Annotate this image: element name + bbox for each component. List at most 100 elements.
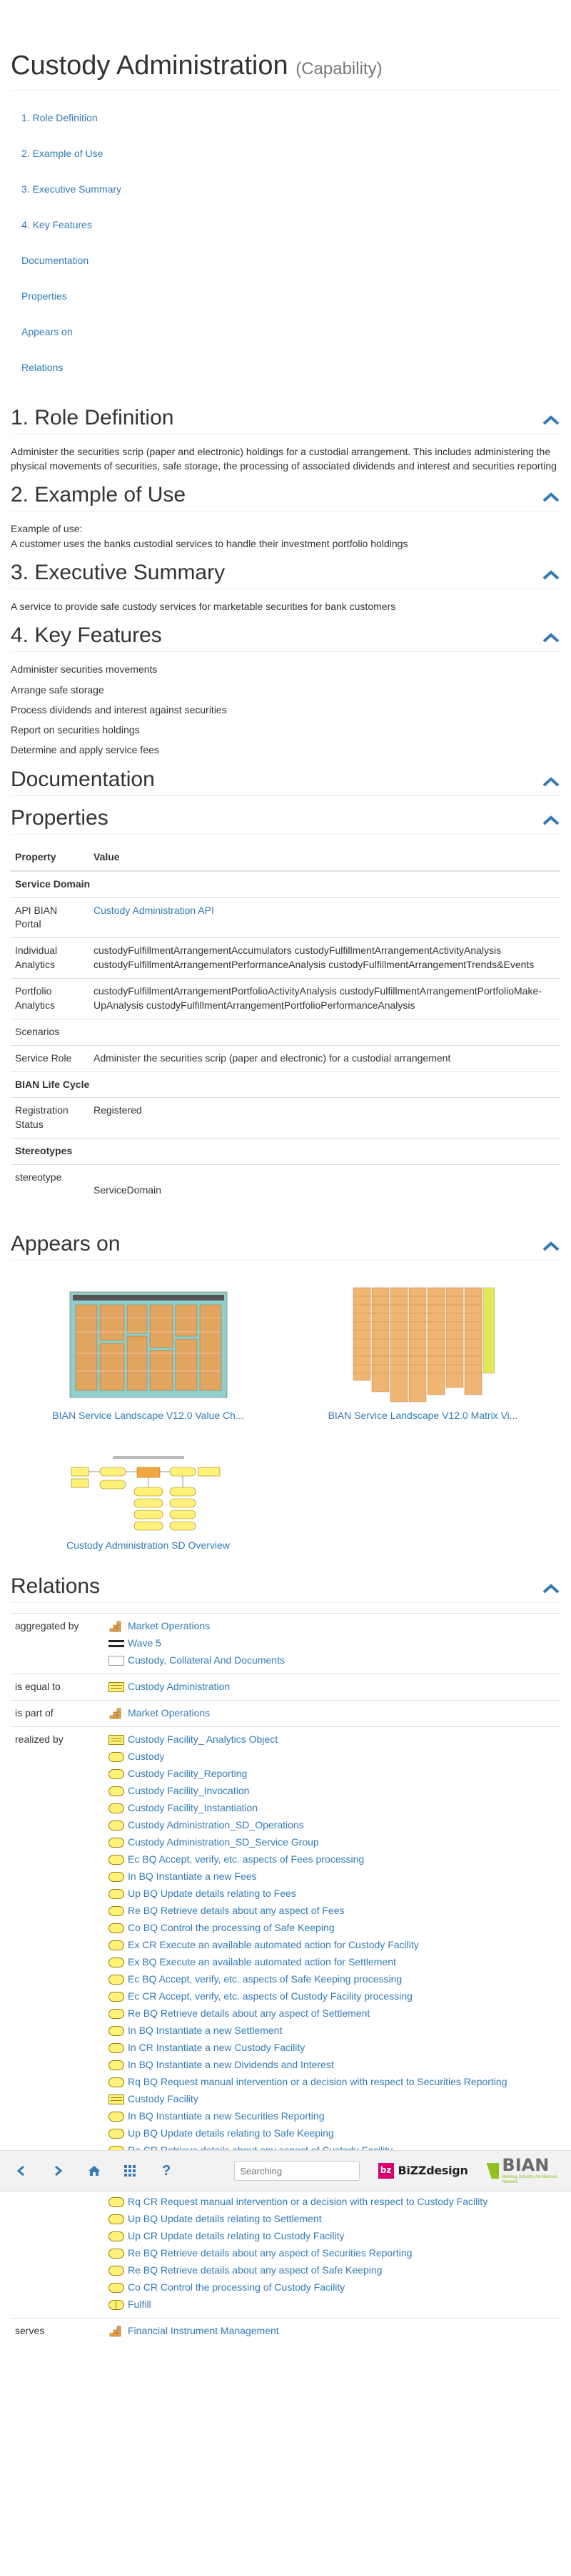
bian-logo-text-block: BIAN Banking Industry Architecture Netwo… <box>502 2157 561 2184</box>
relation-link[interactable]: Re BQ Retrieve details about any aspect … <box>128 2007 370 2021</box>
toc-link-properties[interactable]: Properties <box>21 290 67 302</box>
toc-link-relations[interactable]: Relations <box>21 362 63 373</box>
section-title: 1. Role Definition <box>11 405 174 429</box>
toc-link-role-definition[interactable]: 1. Role Definition <box>21 112 98 123</box>
toc-link-executive-summary[interactable]: 3. Executive Summary <box>21 183 121 195</box>
relation-link[interactable]: Up BQ Update details relating to Fees <box>128 1887 296 1901</box>
relation-targets: Custody Administration <box>103 1673 560 1701</box>
relation-link[interactable]: Financial Instrument Management <box>128 2324 279 2338</box>
back-icon[interactable] <box>10 2157 34 2185</box>
home-icon[interactable] <box>82 2157 106 2185</box>
relation-type: is equal to <box>11 1673 103 1701</box>
relation-link[interactable]: Up BQ Update details relating to Safe Ke… <box>128 2127 334 2141</box>
service-icon <box>108 1820 125 1831</box>
relation-link[interactable]: Ec BQ Accept, verify, etc. aspects of Fe… <box>128 1853 364 1867</box>
toc-link-key-features[interactable]: 4. Key Features <box>21 219 92 230</box>
relation-link[interactable]: Custody Administration_SD_Service Group <box>128 1836 319 1850</box>
chevron-up-icon[interactable] <box>542 569 560 581</box>
relation-link[interactable]: Wave 5 <box>128 1636 161 1651</box>
relation-link[interactable]: Custody <box>128 1750 164 1764</box>
section-header-documentation: Documentation <box>11 768 560 796</box>
toc-link-documentation[interactable]: Documentation <box>21 255 89 266</box>
bizzdesign-logo-text: BiZZdesign <box>398 2163 468 2177</box>
chevron-up-icon[interactable] <box>542 491 560 504</box>
relation-item: Custody Administration <box>108 1679 556 1696</box>
api-portal-link[interactable]: Custody Administration API <box>94 905 214 916</box>
relation-link[interactable]: Custody Administration_SD_Operations <box>128 1818 304 1833</box>
relation-link[interactable]: Fulfill <box>128 2298 151 2312</box>
diagram-thumbnail: Custody Administration SD Overview <box>11 1454 286 1553</box>
relation-link[interactable]: Ec BQ Accept, verify, etc. aspects of Sa… <box>128 1972 402 1987</box>
grid-icon[interactable] <box>118 2157 142 2185</box>
bian-logo-text: BIAN <box>502 2155 550 2176</box>
service-icon <box>108 2128 125 2139</box>
relation-link[interactable]: Re BQ Retrieve details about any aspect … <box>128 2246 412 2261</box>
table-row: Scenarios <box>11 1018 560 1046</box>
table-group-row: Service Domain <box>11 870 560 898</box>
matrix-view-diagram-image[interactable] <box>337 1281 509 1403</box>
key-feature-item: Report on securities holdings <box>11 724 140 736</box>
relation-item: Custody Facility_Instantiation <box>108 1800 556 1817</box>
relation-link[interactable]: Ec CR Accept, verify, etc. aspects of Cu… <box>128 1990 413 2004</box>
chevron-up-icon[interactable] <box>542 631 560 644</box>
relation-item: Rq BQ Request manual intervention or a d… <box>108 2074 556 2091</box>
table-row: Individual Analytics custodyFulfillmentA… <box>11 937 560 979</box>
relation-link[interactable]: Re BQ Retrieve details about any aspect … <box>128 2264 382 2278</box>
toc-link-example-of-use[interactable]: 2. Example of Use <box>21 148 103 159</box>
service-icon <box>108 2111 125 2122</box>
relation-type: aggregated by <box>11 1612 103 1674</box>
wave-icon <box>108 1638 125 1649</box>
footer-navigation-bar: ? bz BiZZdesign BIAN Banking Industry Ar… <box>0 2150 571 2191</box>
help-icon[interactable]: ? <box>155 2157 178 2185</box>
relation-link[interactable]: Custody Facility <box>128 2092 198 2107</box>
chevron-up-icon[interactable] <box>542 414 560 427</box>
diagram-link[interactable]: BIAN Service Landscape V12.0 Matrix Vi..… <box>328 1410 518 1421</box>
relation-link[interactable]: Ex BQ Execute an available automated act… <box>128 1955 396 1970</box>
relation-link[interactable]: Up BQ Update details relating to Settlem… <box>128 2212 322 2226</box>
function-icon <box>108 1708 125 1719</box>
relation-link[interactable]: Re BQ Retrieve details about any aspect … <box>128 1904 345 1918</box>
relation-link[interactable]: Custody Facility_Reporting <box>128 1767 247 1781</box>
value-chain-diagram-image[interactable] <box>62 1281 234 1403</box>
chevron-up-icon[interactable] <box>542 814 560 827</box>
process-icon <box>108 2299 125 2311</box>
diagram-link[interactable]: Custody Administration SD Overview <box>66 1539 230 1551</box>
relation-link[interactable]: In BQ Instantiate a new Securities Repor… <box>128 2109 324 2124</box>
relation-link[interactable]: Market Operations <box>128 1706 210 1721</box>
function-icon <box>108 1621 125 1632</box>
relation-link[interactable]: Custody, Collateral And Documents <box>128 1654 285 1668</box>
diagram-link[interactable]: BIAN Service Landscape V12.0 Value Ch... <box>52 1410 243 1421</box>
relation-link[interactable]: Rq BQ Request manual intervention or a d… <box>128 2075 507 2089</box>
relation-link[interactable]: Co CR Control the processing of Custody … <box>128 2281 345 2295</box>
relation-link[interactable]: In CR Instantiate a new Custody Facility <box>128 2041 305 2055</box>
relation-link[interactable]: Co BQ Control the processing of Safe Kee… <box>128 1921 335 1935</box>
table-header-row: Property Value <box>11 844 560 872</box>
relation-link[interactable]: Custody Administration <box>128 1680 230 1694</box>
relation-link[interactable]: Custody Facility_Invocation <box>128 1784 249 1798</box>
relation-link[interactable]: In BQ Instantiate a new Fees <box>128 1870 257 1884</box>
relation-link[interactable]: In BQ Instantiate a new Settlement <box>128 2024 282 2038</box>
diagram-thumbnail: BIAN Service Landscape V12.0 Value Ch... <box>11 1281 286 1423</box>
chevron-up-icon[interactable] <box>542 775 560 788</box>
chevron-up-icon[interactable] <box>542 1582 560 1595</box>
relation-link[interactable]: Ex CR Execute an available automated act… <box>128 1938 419 1953</box>
relation-item: In BQ Instantiate a new Securities Repor… <box>108 2108 556 2125</box>
relation-item: Re BQ Retrieve details about any aspect … <box>108 2005 556 2022</box>
sd-overview-diagram-image[interactable] <box>62 1454 234 1533</box>
search-input[interactable] <box>233 2161 360 2181</box>
service-icon <box>108 2248 125 2259</box>
property-key: Service Role <box>11 1044 89 1072</box>
relation-link[interactable]: Custody Facility_ Analytics Object <box>128 1733 278 1747</box>
relation-link[interactable]: Up CR Update details relating to Custody… <box>128 2229 344 2244</box>
relation-item: Co BQ Control the processing of Safe Kee… <box>108 1920 556 1937</box>
chevron-up-icon[interactable] <box>542 1240 560 1253</box>
service-icon <box>108 1768 125 1780</box>
executive-summary-text: A service to provide safe custody servic… <box>11 600 396 612</box>
relation-link[interactable]: In BQ Instantiate a new Dividends and In… <box>128 2058 334 2072</box>
relation-link[interactable]: Rq CR Request manual intervention or a d… <box>128 2195 487 2209</box>
column-header-property: Property <box>11 844 89 872</box>
forward-icon[interactable] <box>46 2157 70 2185</box>
toc-link-appears-on[interactable]: Appears on <box>21 326 73 337</box>
relation-link[interactable]: Custody Facility_Instantiation <box>128 1801 258 1816</box>
relation-link[interactable]: Market Operations <box>128 1619 210 1634</box>
